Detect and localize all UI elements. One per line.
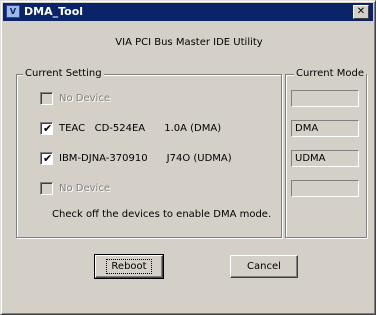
window-title: DMA_Tool (24, 5, 84, 18)
checkmark-icon: ✔ (43, 151, 53, 165)
device-3-checkbox[interactable]: ✔ (40, 151, 53, 165)
cancel-button[interactable]: Cancel (230, 255, 298, 278)
close-button[interactable]: ✕ (353, 5, 369, 19)
device-row-2: ✔ TEAC CD-524EA 1.0A (DMA) (40, 121, 221, 135)
current-mode-label: Current Mode (294, 68, 366, 80)
device-4-label: No Device (59, 182, 110, 194)
mode-field-4 (291, 180, 359, 197)
device-1-label: No Device (59, 92, 110, 104)
mode-field-2: DMA (291, 120, 359, 137)
device-row-4: No Device (40, 181, 110, 195)
device-2-checkbox[interactable]: ✔ (40, 121, 53, 135)
device-row-3: ✔ IBM-DJNA-370910 J74O (UDMA) (40, 151, 232, 165)
device-2-label[interactable]: TEAC CD-524EA 1.0A (DMA) (59, 123, 221, 134)
device-row-1: No Device (40, 91, 110, 105)
device-1-checkbox (40, 91, 53, 105)
checkmark-icon: ✔ (43, 121, 53, 135)
device-3-label[interactable]: IBM-DJNA-370910 J74O (UDMA) (59, 153, 232, 164)
reboot-button-label: Reboot (106, 259, 152, 274)
title-bar[interactable]: V DMA_Tool ✕ (3, 3, 373, 21)
mode-field-3: UDMA (291, 150, 359, 167)
cancel-button-label: Cancel (247, 261, 281, 272)
instruction-note: Check off the devices to enable DMA mode… (52, 209, 272, 220)
utility-subtitle: VIA PCI Bus Master IDE Utility (115, 37, 263, 48)
current-setting-label: Current Setting (23, 68, 104, 80)
mode-field-1 (291, 90, 359, 107)
via-app-icon: V (6, 5, 20, 18)
device-4-checkbox (40, 181, 53, 195)
reboot-button[interactable]: Reboot (94, 254, 164, 279)
